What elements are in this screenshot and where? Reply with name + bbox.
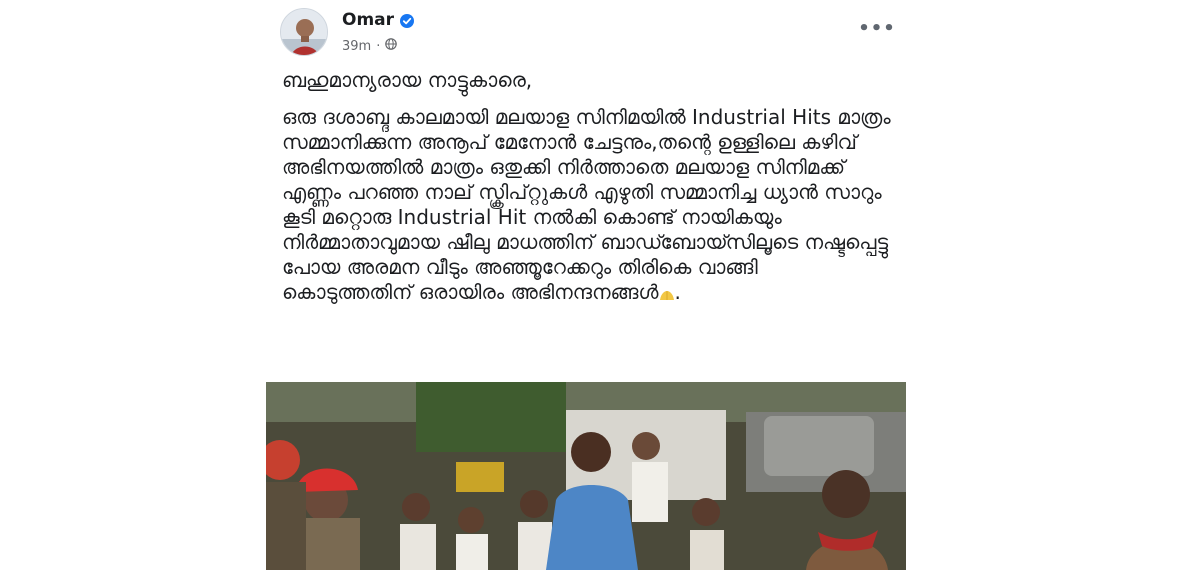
post-header: Omar 39m · ••• [266, 0, 906, 64]
more-options-icon[interactable]: ••• [858, 18, 895, 39]
post-photo[interactable] [266, 382, 906, 570]
meta-separator: · [376, 38, 381, 54]
folded-hands-icon [659, 281, 675, 300]
author-name-row: Omar [342, 10, 415, 30]
post-greeting: ബഹുമാന്യരായ നാട്ടുകാരെ, [282, 68, 533, 92]
globe-icon[interactable] [385, 38, 398, 54]
verified-badge-icon [400, 13, 415, 28]
post-paragraph-text: ഒരു ദശാബ്ദ കാലമായി മലയാള സിനിമയിൽ Indust… [282, 105, 891, 304]
author-avatar[interactable] [280, 8, 328, 56]
author-name[interactable]: Omar [342, 10, 394, 30]
post-body: ബഹുമാന്യരായ നാട്ടുകാരെ, ഒരു ദശാബ്ദ കാലമാ… [282, 68, 894, 305]
post-time[interactable]: 39m [342, 39, 371, 54]
facebook-post: Omar 39m · ••• ബഹുമാന്യരായ നാട്ടുകാരെ, ഒ… [266, 0, 906, 570]
post-meta: 39m · [342, 38, 398, 54]
post-paragraph: ഒരു ദശാബ്ദ കാലമായി മലയാള സിനിമയിൽ Indust… [282, 105, 894, 305]
post-paragraph-end: . [674, 280, 681, 304]
